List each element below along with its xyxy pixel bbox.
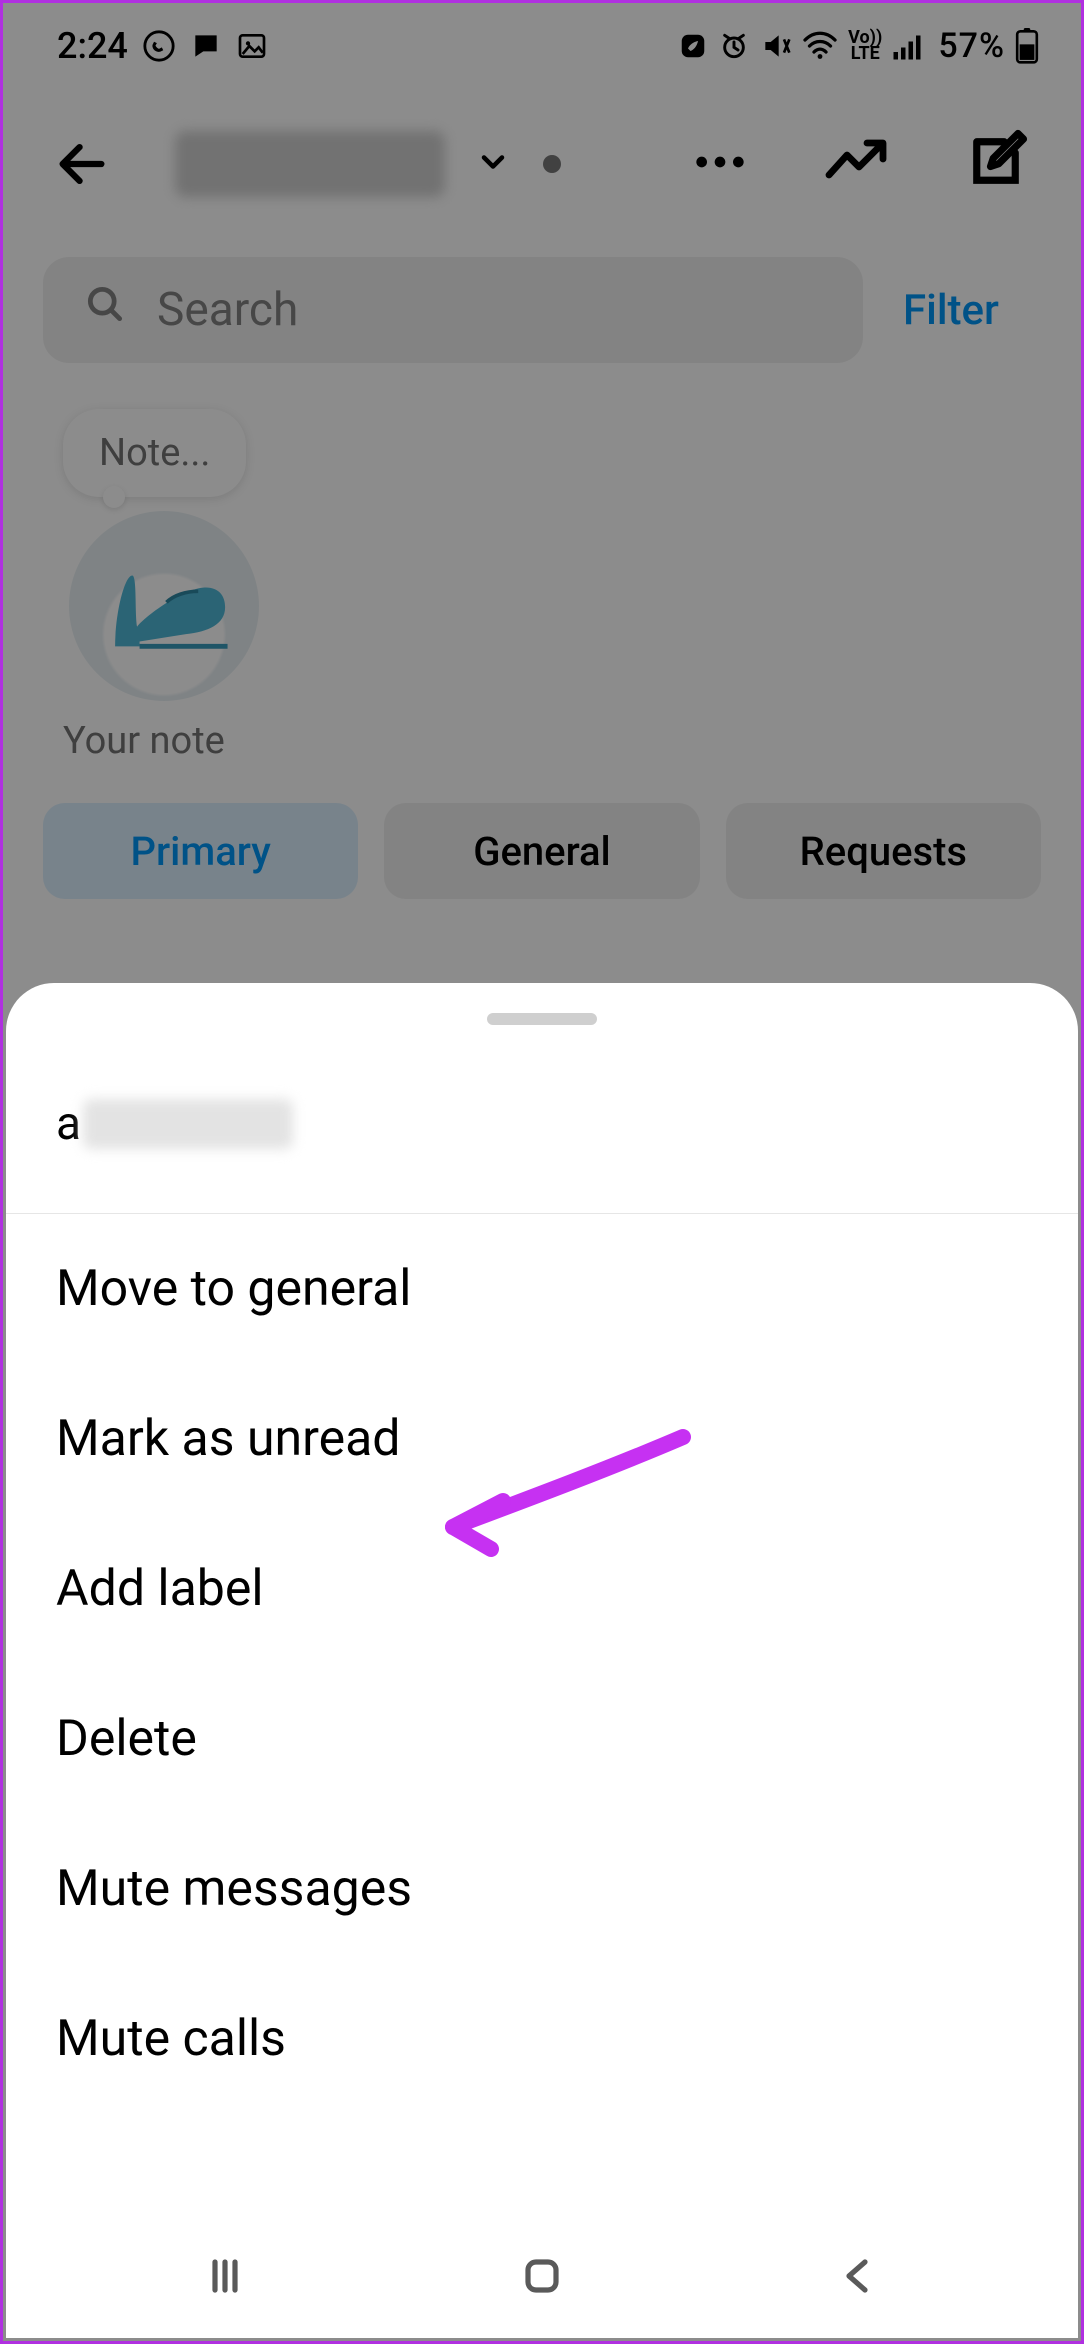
shoe-image: [89, 551, 239, 661]
chat-bubble-icon: [190, 30, 222, 62]
trending-icon[interactable]: [825, 134, 897, 194]
nav-recents[interactable]: [190, 2241, 260, 2311]
android-navbar: [6, 2214, 1078, 2338]
inbox-tabs: Primary General Requests: [3, 793, 1081, 899]
note-bubble[interactable]: Note...: [63, 409, 246, 497]
status-dot-icon: [543, 155, 561, 173]
search-icon: [83, 282, 127, 338]
nav-back[interactable]: [824, 2241, 894, 2311]
chat-actions-sheet: a Move to general Mark as unread Add lab…: [6, 983, 1078, 2338]
tab-primary[interactable]: Primary: [43, 803, 358, 899]
option-mute-calls[interactable]: Mute calls: [6, 1964, 1078, 2114]
sheet-chat-name: a: [6, 1025, 1078, 1214]
sheet-drag-handle[interactable]: [487, 1013, 597, 1025]
option-add-label[interactable]: Add label: [6, 1514, 1078, 1664]
alarm-icon: [718, 30, 750, 62]
status-time: 2:24: [57, 25, 128, 67]
wifi-icon: [802, 31, 838, 61]
note-caption: Your note: [63, 719, 263, 763]
search-placeholder: Search: [157, 283, 298, 337]
volte-label: Vo))LTE: [848, 30, 882, 62]
sheet-name-blurred: [83, 1099, 293, 1149]
whatsapp-icon: [142, 29, 176, 63]
image-icon: [236, 30, 268, 62]
option-mute-messages[interactable]: Mute messages: [6, 1814, 1078, 1964]
dm-header: [3, 89, 1081, 239]
nav-home[interactable]: [507, 2241, 577, 2311]
option-mark-as-unread[interactable]: Mark as unread: [6, 1364, 1078, 1514]
note-avatar[interactable]: [69, 511, 259, 701]
chevron-down-icon[interactable]: [475, 144, 511, 184]
option-move-to-general[interactable]: Move to general: [6, 1214, 1078, 1364]
compose-button[interactable]: [963, 128, 1035, 200]
status-bar: 2:24 Vo))LTE 57%: [3, 3, 1081, 89]
mute-icon: [760, 30, 792, 62]
leaf-icon: [678, 31, 708, 61]
back-button[interactable]: [49, 131, 115, 197]
search-input[interactable]: Search: [43, 257, 863, 363]
tab-requests[interactable]: Requests: [726, 803, 1041, 899]
your-note[interactable]: Note... Your note: [3, 363, 323, 793]
account-username-blurred[interactable]: [175, 131, 445, 197]
battery-icon: [1015, 28, 1039, 64]
signal-icon: [892, 31, 928, 61]
tab-general[interactable]: General: [384, 803, 699, 899]
option-delete[interactable]: Delete: [6, 1664, 1078, 1814]
more-button[interactable]: [689, 152, 751, 176]
filter-button[interactable]: Filter: [903, 286, 1009, 335]
battery-percent: 57%: [938, 26, 1005, 66]
sheet-name-prefix: a: [56, 1097, 81, 1151]
